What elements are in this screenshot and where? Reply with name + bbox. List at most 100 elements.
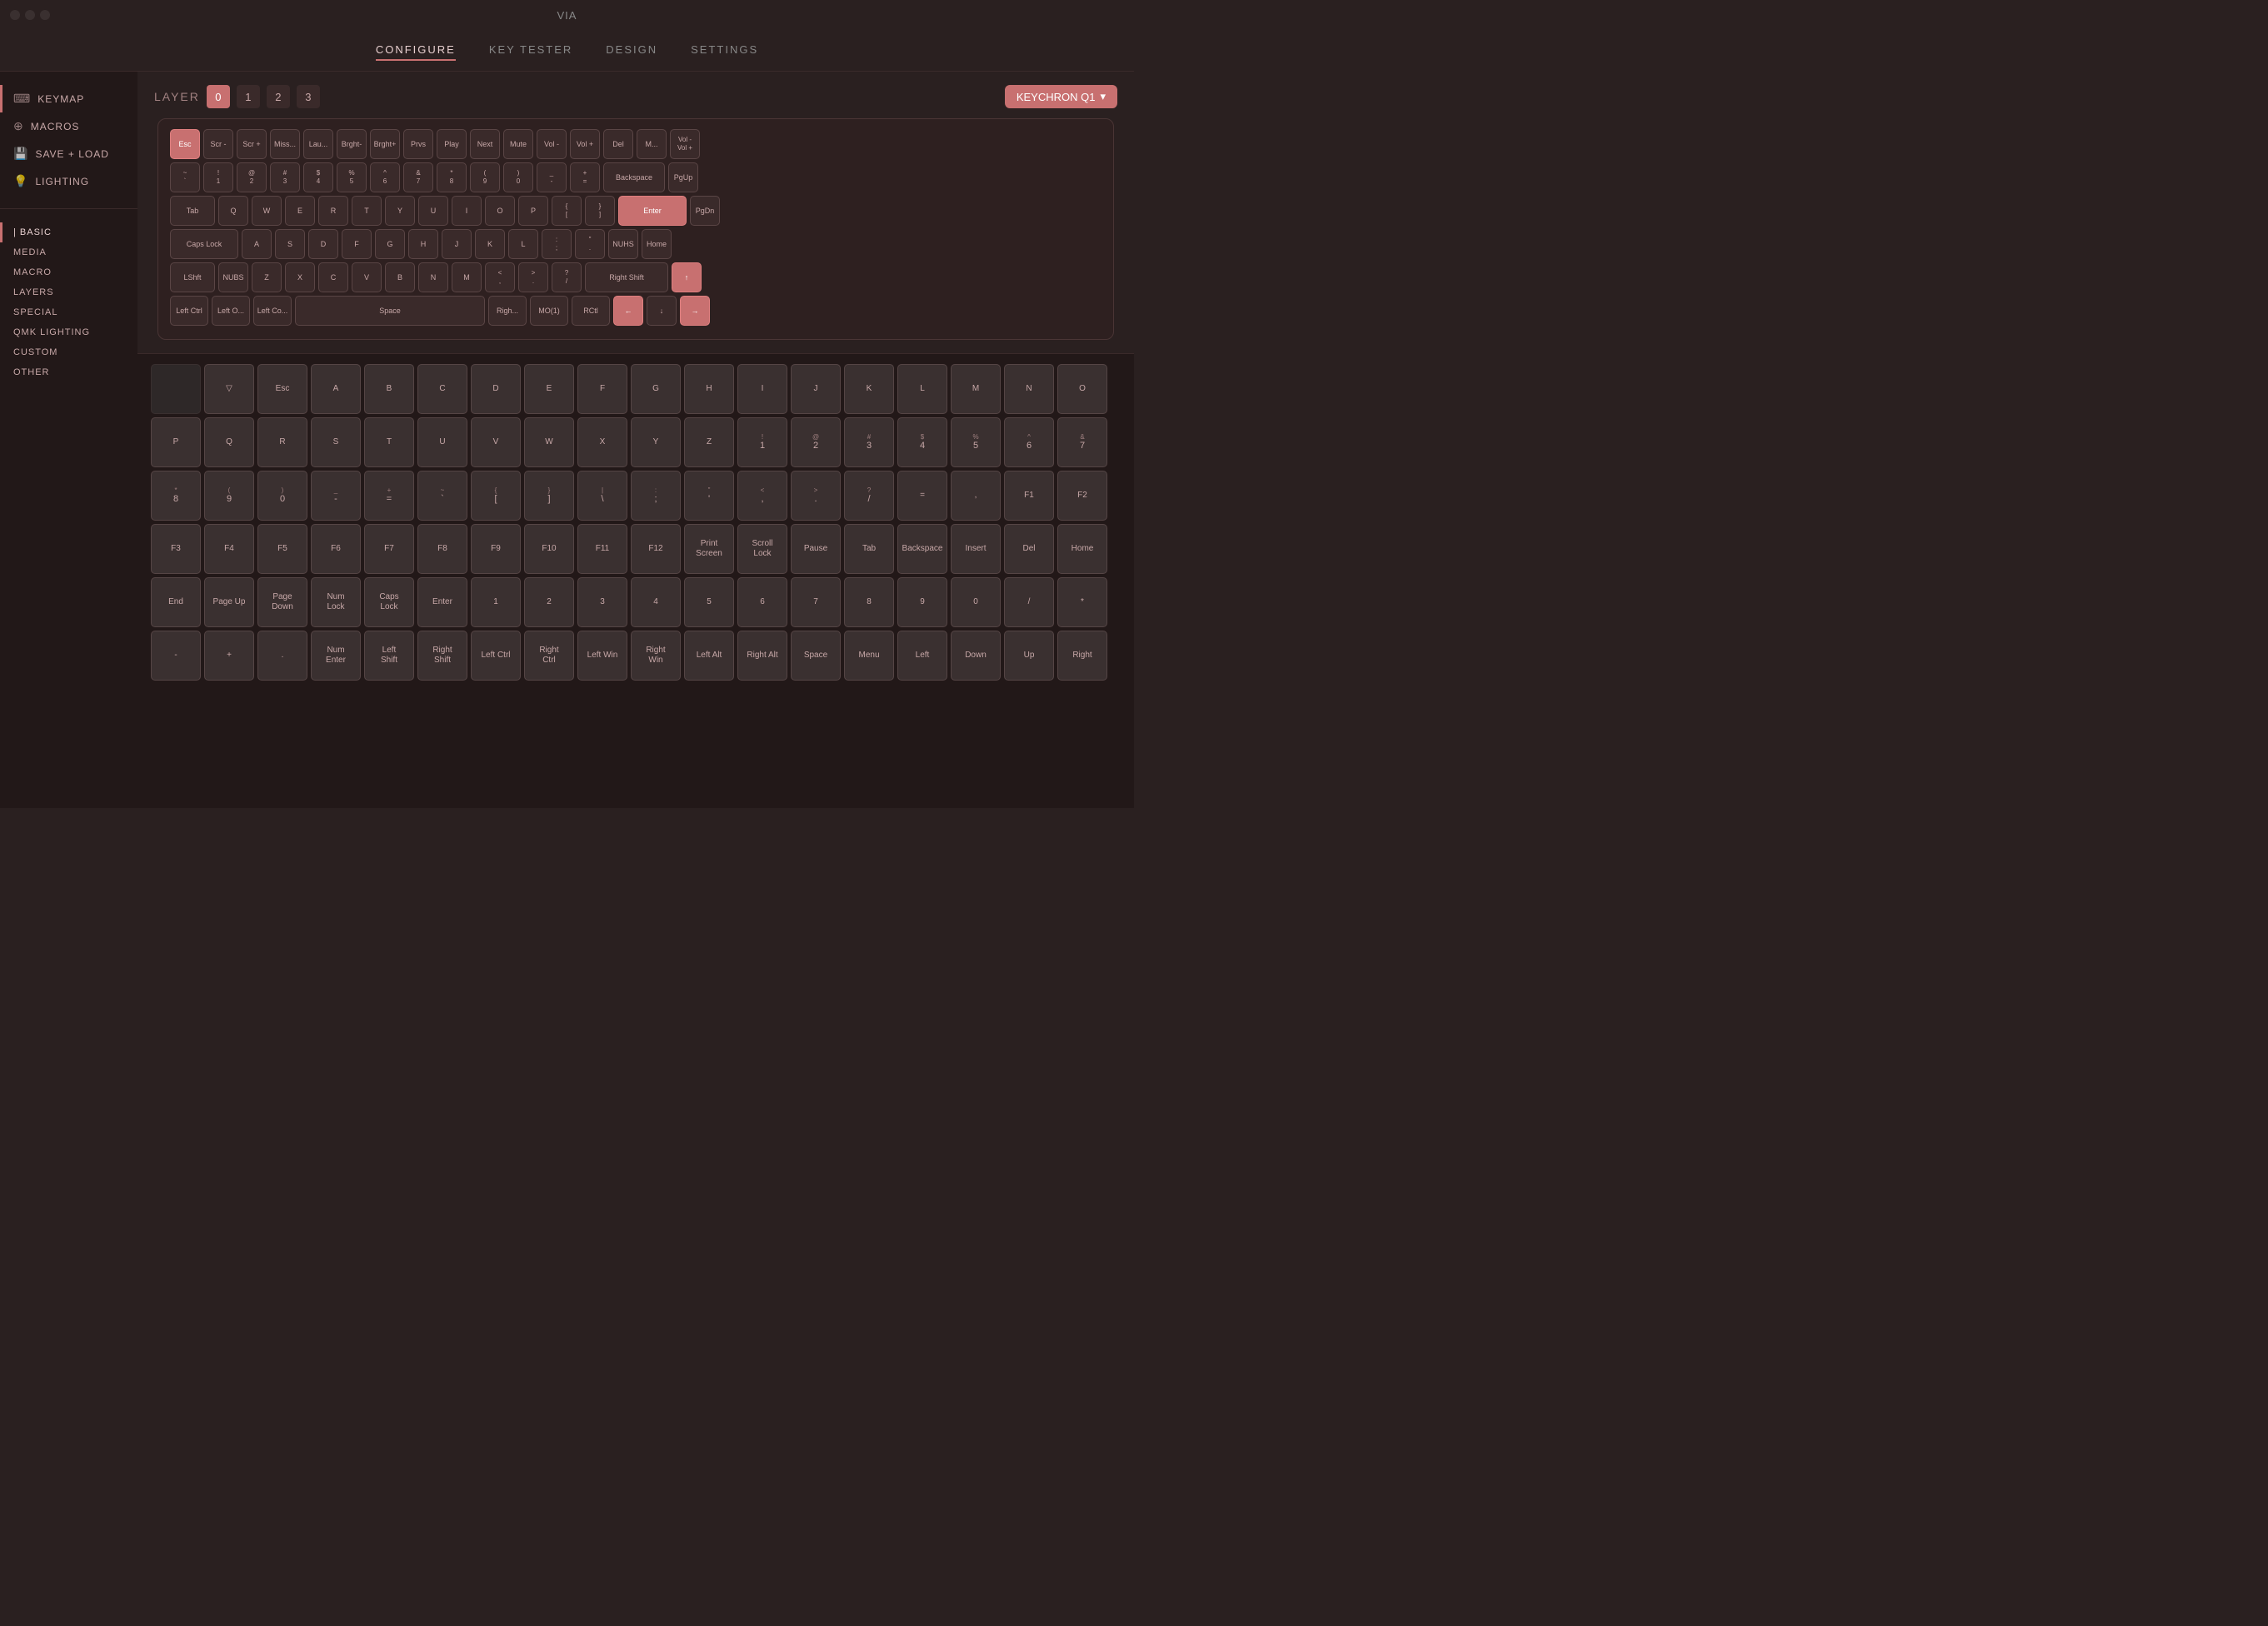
key-period[interactable]: >. bbox=[518, 262, 548, 292]
basic-key-3-1[interactable]: F4 bbox=[204, 524, 254, 574]
key-pgdn[interactable]: PgDn bbox=[690, 196, 720, 226]
basic-key-2-11[interactable]: <, bbox=[737, 471, 787, 521]
key-rbracket[interactable]: }] bbox=[585, 196, 615, 226]
key-m[interactable]: M... bbox=[637, 129, 667, 159]
basic-key-3-0[interactable]: F3 bbox=[151, 524, 201, 574]
basic-key-0-6[interactable]: D bbox=[471, 364, 521, 414]
layer-btn-2[interactable]: 2 bbox=[267, 85, 290, 108]
key-right-os[interactable]: Righ... bbox=[488, 296, 527, 326]
basic-key-4-1[interactable]: Page Up bbox=[204, 577, 254, 627]
key-f[interactable]: F bbox=[342, 229, 372, 259]
basic-key-4-13[interactable]: 8 bbox=[844, 577, 894, 627]
basic-key-3-15[interactable]: Insert bbox=[951, 524, 1001, 574]
basic-key-3-6[interactable]: F9 bbox=[471, 524, 521, 574]
basic-key-0-13[interactable]: K bbox=[844, 364, 894, 414]
keyboard-selector[interactable]: KEYCHRON Q1 ▾ bbox=[1005, 85, 1117, 108]
basic-key-4-2[interactable]: Page Down bbox=[257, 577, 307, 627]
key-brght-plus[interactable]: Brght+ bbox=[370, 129, 400, 159]
key-right-shift[interactable]: Right Shift bbox=[585, 262, 668, 292]
basic-key-1-14[interactable]: $4 bbox=[897, 417, 947, 467]
key-mo1[interactable]: MO(1) bbox=[530, 296, 568, 326]
basic-key-3-5[interactable]: F8 bbox=[417, 524, 467, 574]
key-s[interactable]: S bbox=[275, 229, 305, 259]
basic-key-0-5[interactable]: C bbox=[417, 364, 467, 414]
maximize-button[interactable] bbox=[40, 10, 50, 20]
basic-key-0-14[interactable]: L bbox=[897, 364, 947, 414]
key-vol-lr[interactable]: Vol -Vol + bbox=[670, 129, 700, 159]
basic-key-3-13[interactable]: Tab bbox=[844, 524, 894, 574]
basic-key-0-7[interactable]: E bbox=[524, 364, 574, 414]
basic-key-5-4[interactable]: Left Shift bbox=[364, 631, 414, 681]
key-esc[interactable]: Esc bbox=[170, 129, 200, 159]
basic-key-4-4[interactable]: Caps Lock bbox=[364, 577, 414, 627]
sidebar-item-qmk-lighting[interactable]: QMK LIGHTING bbox=[0, 322, 137, 342]
basic-key-4-16[interactable]: / bbox=[1004, 577, 1054, 627]
basic-key-5-11[interactable]: Right Alt bbox=[737, 631, 787, 681]
key-w[interactable]: W bbox=[252, 196, 282, 226]
key-g[interactable]: G bbox=[375, 229, 405, 259]
key-enter[interactable]: Enter bbox=[618, 196, 687, 226]
basic-key-1-6[interactable]: V bbox=[471, 417, 521, 467]
minimize-button[interactable] bbox=[25, 10, 35, 20]
basic-key-1-12[interactable]: @2 bbox=[791, 417, 841, 467]
key-i[interactable]: I bbox=[452, 196, 482, 226]
basic-key-1-4[interactable]: T bbox=[364, 417, 414, 467]
key-prvs[interactable]: Prvs bbox=[403, 129, 433, 159]
sidebar-item-save-load[interactable]: 💾 SAVE + LOAD bbox=[0, 140, 137, 167]
sidebar-item-basic[interactable]: | BASIC bbox=[0, 222, 137, 242]
basic-key-2-1[interactable]: (9 bbox=[204, 471, 254, 521]
key-miss[interactable]: Miss... bbox=[270, 129, 300, 159]
basic-key-1-16[interactable]: ^6 bbox=[1004, 417, 1054, 467]
key-c[interactable]: C bbox=[318, 262, 348, 292]
basic-key-4-10[interactable]: 5 bbox=[684, 577, 734, 627]
basic-key-1-17[interactable]: &7 bbox=[1057, 417, 1107, 467]
basic-key-3-8[interactable]: F11 bbox=[577, 524, 627, 574]
key-r[interactable]: R bbox=[318, 196, 348, 226]
key-rctl[interactable]: RCtl bbox=[572, 296, 610, 326]
key-left-alt[interactable]: Left Co... bbox=[253, 296, 292, 326]
key-space[interactable]: Space bbox=[295, 296, 485, 326]
tab-settings[interactable]: SETTINGS bbox=[691, 40, 758, 61]
sidebar-item-special[interactable]: SPECIAL bbox=[0, 302, 137, 322]
basic-key-2-5[interactable]: ~` bbox=[417, 471, 467, 521]
basic-key-0-1[interactable]: ▽ bbox=[204, 364, 254, 414]
basic-key-0-15[interactable]: M bbox=[951, 364, 1001, 414]
key-1[interactable]: !1 bbox=[203, 162, 233, 192]
key-nuhs[interactable]: NUHS bbox=[608, 229, 638, 259]
basic-key-5-2[interactable]: . bbox=[257, 631, 307, 681]
key-brght-minus[interactable]: Brght- bbox=[337, 129, 367, 159]
basic-key-1-8[interactable]: X bbox=[577, 417, 627, 467]
key-n[interactable]: N bbox=[418, 262, 448, 292]
key-pgup[interactable]: PgUp bbox=[668, 162, 698, 192]
basic-key-3-10[interactable]: Print Screen bbox=[684, 524, 734, 574]
key-right[interactable]: → bbox=[680, 296, 710, 326]
basic-key-0-2[interactable]: Esc bbox=[257, 364, 307, 414]
basic-key-3-14[interactable]: Backspace bbox=[897, 524, 947, 574]
basic-key-0-0[interactable] bbox=[151, 364, 201, 414]
key-t[interactable]: T bbox=[352, 196, 382, 226]
key-scr-minus[interactable]: Scr - bbox=[203, 129, 233, 159]
key-left[interactable]: ← bbox=[613, 296, 643, 326]
sidebar-item-media[interactable]: MEDIA bbox=[0, 242, 137, 262]
basic-key-4-5[interactable]: Enter bbox=[417, 577, 467, 627]
key-minus[interactable]: _- bbox=[537, 162, 567, 192]
key-d[interactable]: D bbox=[308, 229, 338, 259]
basic-key-3-7[interactable]: F10 bbox=[524, 524, 574, 574]
key-0[interactable]: )0 bbox=[503, 162, 533, 192]
basic-key-5-1[interactable]: + bbox=[204, 631, 254, 681]
basic-key-1-13[interactable]: #3 bbox=[844, 417, 894, 467]
key-slash[interactable]: ?/ bbox=[552, 262, 582, 292]
key-del[interactable]: Del bbox=[603, 129, 633, 159]
basic-key-4-6[interactable]: 1 bbox=[471, 577, 521, 627]
basic-key-3-12[interactable]: Pause bbox=[791, 524, 841, 574]
basic-key-5-17[interactable]: Right bbox=[1057, 631, 1107, 681]
basic-key-0-3[interactable]: A bbox=[311, 364, 361, 414]
layer-btn-0[interactable]: 0 bbox=[207, 85, 230, 108]
basic-key-1-5[interactable]: U bbox=[417, 417, 467, 467]
basic-key-5-3[interactable]: Num Enter bbox=[311, 631, 361, 681]
basic-key-0-10[interactable]: H bbox=[684, 364, 734, 414]
basic-key-5-15[interactable]: Down bbox=[951, 631, 1001, 681]
basic-key-1-9[interactable]: Y bbox=[631, 417, 681, 467]
close-button[interactable] bbox=[10, 10, 20, 20]
sidebar-item-custom[interactable]: CUSTOM bbox=[0, 342, 137, 362]
